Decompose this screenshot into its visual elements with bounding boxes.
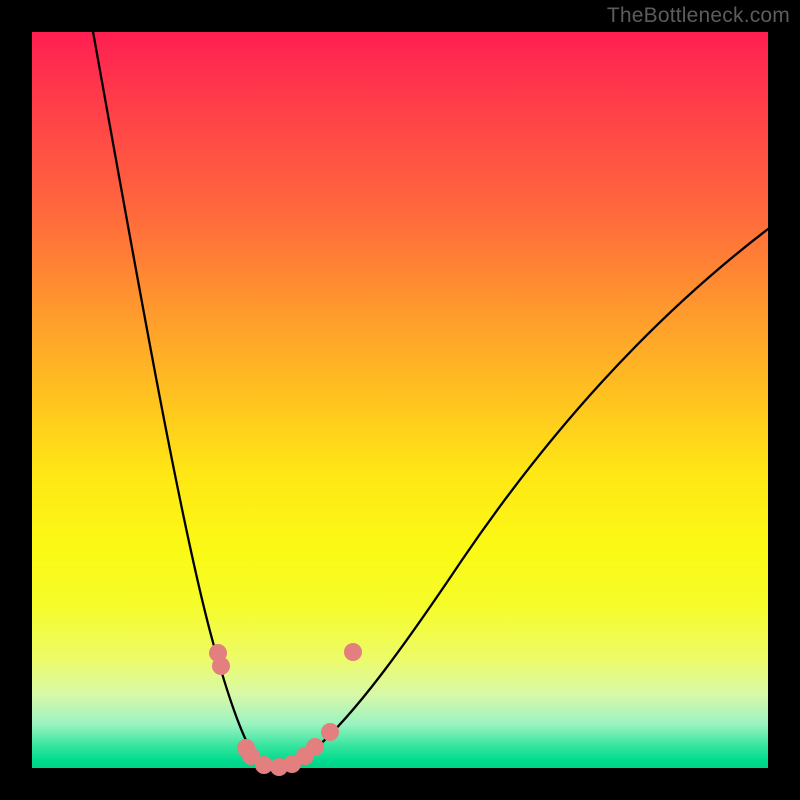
- chart-frame: TheBottleneck.com: [0, 0, 800, 800]
- marker-point: [306, 738, 324, 756]
- chart-svg: [32, 32, 768, 768]
- watermark-text: TheBottleneck.com: [607, 4, 790, 28]
- plot-area: [32, 32, 768, 768]
- curve-right: [272, 226, 772, 768]
- marker-point: [321, 723, 339, 741]
- curve-left: [92, 26, 272, 768]
- marker-point: [344, 643, 362, 661]
- marker-point: [212, 657, 230, 675]
